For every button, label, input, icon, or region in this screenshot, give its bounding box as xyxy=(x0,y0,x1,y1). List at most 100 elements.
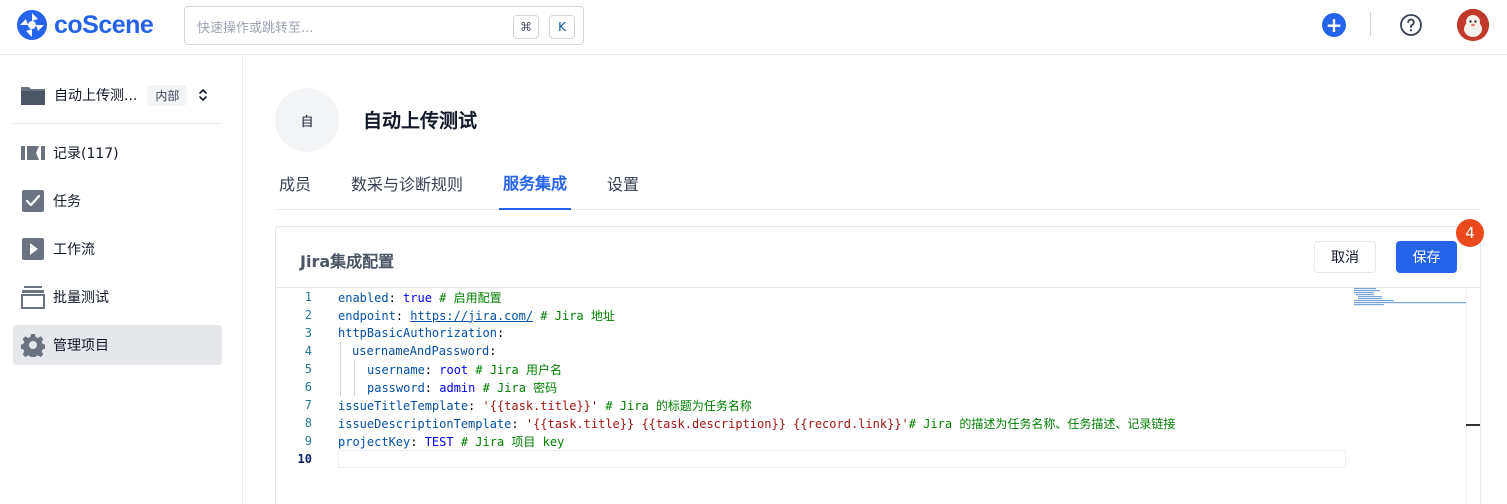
code-text: usernameAndPassword: xyxy=(352,344,497,358)
yaml-separator: : xyxy=(424,380,440,395)
chevron-up-down-icon xyxy=(199,89,208,101)
sidebar-item-tasks[interactable]: 任务 xyxy=(13,181,222,221)
shortcut-k-key: K xyxy=(549,15,575,39)
yaml-key: issueDescriptionTemplate xyxy=(338,416,512,431)
yaml-value: admin xyxy=(439,380,476,395)
sidebar-item-records[interactable]: 记录(117) xyxy=(13,133,222,173)
code-text: projectKey: TEST # Jira 项目 key xyxy=(338,433,564,450)
yaml-key: endpoint xyxy=(338,308,396,323)
line-number: 6 xyxy=(304,380,312,394)
tab-settings[interactable]: 设置 xyxy=(603,156,643,210)
coscene-logo-icon xyxy=(17,10,47,40)
yaml-key: projectKey xyxy=(338,434,411,449)
code-line: 1 enabled: true # 启用配置 xyxy=(276,288,1346,306)
yaml-value: true xyxy=(403,290,432,305)
help-icon[interactable] xyxy=(1399,13,1423,37)
line-number: 10 xyxy=(297,452,312,466)
sidebar-item-manage-project[interactable]: 管理项目 xyxy=(13,325,222,365)
yaml-separator: : xyxy=(489,344,497,358)
card-title: Jira集成配置 xyxy=(300,252,395,271)
notification-badge[interactable]: 4 xyxy=(1456,219,1484,247)
logo[interactable]: coScene xyxy=(16,9,154,41)
yaml-comment: # Jira 地址 xyxy=(533,308,615,323)
yaml-separator: : xyxy=(468,398,483,413)
sidebar-item-label: 记录(117) xyxy=(53,146,119,162)
yaml-separator: : xyxy=(424,362,440,377)
line-number: 4 xyxy=(304,344,312,358)
avatar-image-icon xyxy=(1457,9,1489,41)
yaml-comment: # Jira 用户名 xyxy=(468,362,562,377)
editor-minimap[interactable] xyxy=(1354,288,1466,308)
code-line: 6 password: admin # Jira 密码 xyxy=(276,378,1346,396)
search-input[interactable]: 快速操作或跳转至... ⌘ K xyxy=(184,6,584,45)
yaml-comment: # 启用配置 xyxy=(431,290,502,305)
code-line: 3 httpBasicAuthorization: xyxy=(276,324,1346,342)
code-line: 5 username: root # Jira 用户名 xyxy=(276,360,1346,378)
line-number: 1 xyxy=(304,290,312,304)
code-text: httpBasicAuthorization: xyxy=(338,326,504,340)
gear-icon xyxy=(21,333,45,357)
yaml-url-link[interactable]: https://jira.com/ xyxy=(410,309,533,323)
tab-members[interactable]: 成员 xyxy=(275,156,315,210)
code-text: issueDescriptionTemplate: '{{task.title}… xyxy=(338,415,1175,432)
editor-scrollbar[interactable] xyxy=(1466,288,1467,504)
yaml-key: issueTitleTemplate xyxy=(338,398,469,413)
code-line: 4 usernameAndPassword: xyxy=(276,342,1346,360)
yaml-value: TEST xyxy=(424,434,454,449)
tab-collection-rules[interactable]: 数采与诊断规则 xyxy=(351,156,463,210)
folder-icon xyxy=(21,87,45,105)
scrollbar-cursor-marker xyxy=(1466,424,1480,426)
yaml-key: username xyxy=(367,362,425,377)
code-text: enabled: true # 启用配置 xyxy=(338,289,502,306)
save-button[interactable]: 保存 xyxy=(1396,241,1457,273)
yaml-separator: : xyxy=(410,434,425,449)
workflow-play-icon xyxy=(21,237,45,261)
user-avatar[interactable] xyxy=(1457,9,1489,41)
code-text: password: admin # Jira 密码 xyxy=(367,379,557,396)
batch-test-icon xyxy=(21,285,45,309)
yaml-separator: : xyxy=(388,290,404,305)
yaml-key: httpBasicAuthorization xyxy=(338,326,497,340)
code-text: issueTitleTemplate: '{{task.title}}' # J… xyxy=(338,397,752,414)
code-line: 8 issueDescriptionTemplate: '{{task.titl… xyxy=(276,414,1346,432)
yaml-comment: # Jira 密码 xyxy=(475,380,558,395)
yaml-separator: : xyxy=(511,416,526,431)
project-switcher[interactable]: 自动上传测... 内部 xyxy=(20,81,220,109)
yaml-code-editor[interactable]: 1 enabled: true # 启用配置 2 endpoint: https… xyxy=(276,288,1480,504)
top-bar: coScene 快速操作或跳转至... ⌘ K + xyxy=(0,0,1507,55)
header-divider xyxy=(1370,12,1371,36)
sidebar-divider xyxy=(13,123,222,124)
add-button[interactable]: + xyxy=(1322,13,1346,37)
cancel-button[interactable]: 取消 xyxy=(1314,241,1376,273)
yaml-key: enabled xyxy=(338,290,389,305)
line-number: 5 xyxy=(304,362,312,376)
project-avatar: 自 xyxy=(275,88,339,152)
task-check-icon xyxy=(21,189,45,213)
code-line: 2 endpoint: https://jira.com/ # Jira 地址 xyxy=(276,306,1346,324)
logo-text: coScene xyxy=(54,10,154,39)
sidebar: 自动上传测... 内部 记录(117) 任务 工作流 批量测试 管理项目 xyxy=(0,55,243,504)
sidebar-item-workflow[interactable]: 工作流 xyxy=(13,229,222,269)
tab-service-integration[interactable]: 服务集成 xyxy=(499,156,571,210)
yaml-comment: # Jira 的描述为任务名称、任务描述、记录链接 xyxy=(908,416,1176,431)
project-tabs: 成员 数采与诊断规则 服务集成 设置 xyxy=(275,156,1481,210)
yaml-separator: : xyxy=(395,308,411,323)
sidebar-item-label: 任务 xyxy=(53,194,81,210)
yaml-separator: : xyxy=(496,326,505,340)
shortcut-cmd-key: ⌘ xyxy=(513,15,539,39)
sidebar-item-label: 工作流 xyxy=(53,242,95,258)
sidebar-item-label: 管理项目 xyxy=(53,338,109,354)
code-line[interactable]: 10 xyxy=(276,450,1346,468)
records-icon xyxy=(21,141,45,165)
code-text: username: root # Jira 用户名 xyxy=(367,361,562,378)
yaml-string: '{{task.title}}' xyxy=(482,398,599,413)
search-placeholder: 快速操作或跳转至... xyxy=(197,21,314,36)
yaml-string: '{{task.title}} {{task.description}} {{r… xyxy=(525,416,909,431)
yaml-comment: # Jira 的标题为任务名称 xyxy=(598,398,752,413)
sidebar-item-batch-test[interactable]: 批量测试 xyxy=(13,277,222,317)
line-number: 8 xyxy=(304,416,312,430)
code-line: 7 issueTitleTemplate: '{{task.title}}' #… xyxy=(276,396,1346,414)
line-number: 7 xyxy=(304,398,312,412)
yaml-comment: # Jira 项目 key xyxy=(453,434,565,449)
line-number: 2 xyxy=(304,308,312,322)
